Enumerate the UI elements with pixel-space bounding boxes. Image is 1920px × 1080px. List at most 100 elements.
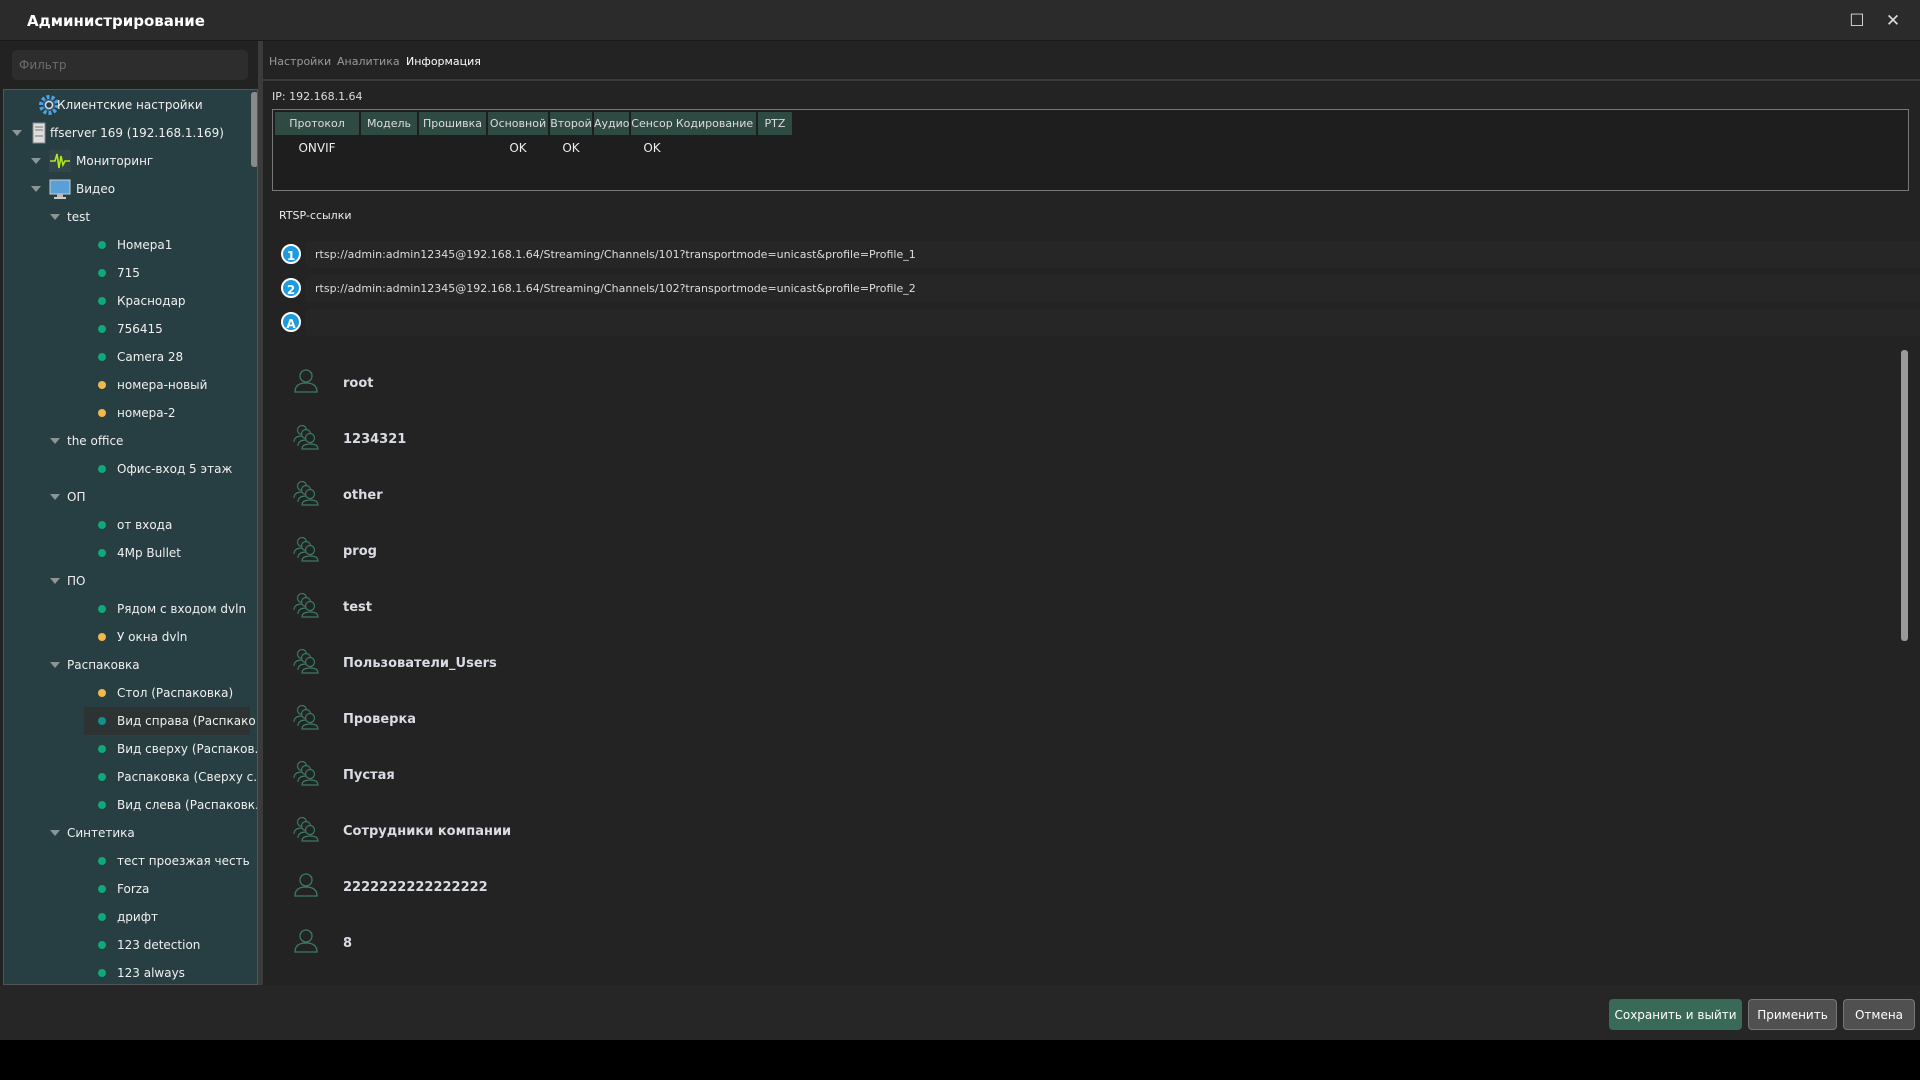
close-icon[interactable]: ✕ [1882, 10, 1904, 32]
tree-item[interactable]: Синтетика [4, 819, 250, 847]
tree-item[interactable]: 4Mp Bullet [4, 539, 250, 567]
column-header: Кодирование [673, 112, 756, 135]
rtsp-url-field[interactable] [305, 309, 1920, 336]
status-dot-icon [98, 605, 106, 613]
tree-item[interactable]: 123 detection [4, 931, 250, 959]
tree-item[interactable]: Мониторинг [4, 147, 250, 175]
tree-item-label: Распаковка [67, 658, 140, 672]
status-dot-icon [98, 465, 106, 473]
tree-item[interactable]: ОП [4, 483, 250, 511]
tree-item[interactable]: номера-2 [4, 399, 250, 427]
tree-item-label: 4Mp Bullet [117, 546, 182, 560]
expand-arrow-icon[interactable] [50, 578, 60, 584]
user-list-item[interactable]: Пустая [293, 756, 1793, 796]
tree-item[interactable]: 123 always [4, 959, 250, 984]
tree-item[interactable]: от входа [4, 511, 250, 539]
tree-item[interactable]: Рядом с входом dvln [4, 595, 250, 623]
tree-item[interactable]: test [4, 203, 250, 231]
tree-item[interactable]: Вид справа (Распкако... [84, 707, 257, 735]
filter-input[interactable] [12, 50, 248, 80]
user-list-item[interactable]: 8 [293, 924, 1793, 964]
cancel-button[interactable]: Отмена [1843, 999, 1915, 1030]
column-header: Протокол [275, 112, 359, 135]
user-name: Проверка [343, 712, 417, 727]
tab-divider [263, 79, 1920, 81]
user-name: 1234321 [343, 432, 407, 447]
user-list-item[interactable]: Пользователи_Users [293, 644, 1793, 684]
expand-arrow-icon[interactable] [50, 438, 60, 444]
tree-item[interactable]: ПО [4, 567, 250, 595]
tab-analytics[interactable]: Аналитика [337, 55, 400, 68]
expand-arrow-icon[interactable] [12, 130, 22, 136]
tree-item[interactable]: Номера1 [4, 231, 250, 259]
user-list-item[interactable]: Сотрудники компании [293, 812, 1793, 852]
status-dot-icon [98, 241, 106, 249]
tree-item[interactable]: Распаковка (Сверху с... [4, 763, 257, 791]
main-scrollbar[interactable] [1901, 350, 1908, 641]
tree-item[interactable]: Офис-вход 5 этаж [4, 455, 250, 483]
table-cell [673, 137, 756, 159]
tree-item[interactable]: Forza [4, 875, 250, 903]
status-dot-icon [98, 269, 106, 277]
tree-item[interactable]: 756415 [4, 315, 250, 343]
tree-scrollbar[interactable] [251, 92, 257, 167]
window-title: Администрирование [27, 12, 205, 30]
user-list-item[interactable]: prog [293, 532, 1793, 572]
table-cell [594, 137, 629, 159]
tree-item[interactable]: Вид слева (Распаковк... [4, 791, 257, 819]
user-list-item[interactable]: 2222222222222222 [293, 868, 1793, 908]
table-cell [419, 137, 486, 159]
table-cell: OK [562, 141, 580, 155]
tree-item-label: Синтетика [67, 826, 135, 840]
status-dot-icon [98, 717, 106, 725]
tree-item[interactable]: the office [4, 427, 250, 455]
tree-item-label: Рядом с входом dvln [117, 602, 247, 616]
user-list-item[interactable]: other [293, 476, 1793, 516]
tree-item[interactable]: тест проезжая честь [4, 847, 250, 875]
status-dot-icon [98, 773, 106, 781]
tree-item-label: номера-новый [117, 378, 208, 392]
column-header: Сенсор [631, 112, 673, 135]
tree-item-label: Офис-вход 5 этаж [117, 462, 233, 476]
tree-item[interactable]: ffserver 169 (192.168.1.169) [4, 119, 250, 147]
tree-item-label: Вид справа (Распкако... [117, 714, 258, 728]
tree-item[interactable]: Видео [4, 175, 250, 203]
tree-item-label: Распаковка (Сверху с... [117, 770, 258, 784]
tree-item[interactable]: номера-новый [4, 371, 250, 399]
tree-item[interactable]: Стол (Распаковка) [4, 679, 250, 707]
tree-item[interactable]: Вид сверху (Распаков... [4, 735, 257, 763]
expand-arrow-icon[interactable] [31, 186, 41, 192]
tab-settings[interactable]: Настройки [269, 55, 331, 68]
tree-item[interactable]: Распаковка [4, 651, 250, 679]
user-list-item[interactable]: test [293, 588, 1793, 628]
expand-arrow-icon[interactable] [31, 158, 41, 164]
user-list-item[interactable]: 1234321 [293, 420, 1793, 460]
user-list-item[interactable]: Проверка [293, 700, 1793, 740]
status-dot-icon [98, 969, 106, 977]
column-header: Аудио [594, 112, 630, 135]
tree-item[interactable]: Краснодар [4, 287, 250, 315]
save-and-exit-button[interactable]: Сохранить и выйти [1609, 999, 1742, 1030]
rtsp-url-field[interactable]: rtsp://admin:admin12345@192.168.1.64/Str… [305, 241, 1920, 268]
stream-badge-icon: 1 [281, 244, 301, 264]
expand-arrow-icon[interactable] [50, 214, 60, 220]
apply-button[interactable]: Применить [1748, 999, 1837, 1030]
tree-item[interactable]: дрифт [4, 903, 250, 931]
tab-information[interactable]: Информация [406, 55, 481, 68]
user-list-item[interactable]: root [293, 364, 1793, 404]
tree-item[interactable]: У окна dvln [4, 623, 250, 651]
status-dot-icon [98, 381, 106, 389]
tree-item[interactable]: Клиентские настройки [4, 91, 250, 119]
column-header: Модель [361, 112, 417, 135]
maximize-icon[interactable]: ☐ [1846, 10, 1868, 32]
tree-item-label: ПО [67, 574, 86, 588]
tree-item[interactable]: 715 [4, 259, 250, 287]
user-name: Пользователи_Users [343, 656, 497, 671]
expand-arrow-icon[interactable] [50, 662, 60, 668]
device-info-table: Протокол Модель Прошивка Основной Второй Ауди… [272, 109, 1909, 191]
tree-item[interactable]: Camera 28 [4, 343, 250, 371]
expand-arrow-icon[interactable] [50, 494, 60, 500]
expand-arrow-icon[interactable] [50, 830, 60, 836]
table-cell: OK [509, 141, 527, 155]
rtsp-url-field[interactable]: rtsp://admin:admin12345@192.168.1.64/Str… [305, 275, 1920, 302]
